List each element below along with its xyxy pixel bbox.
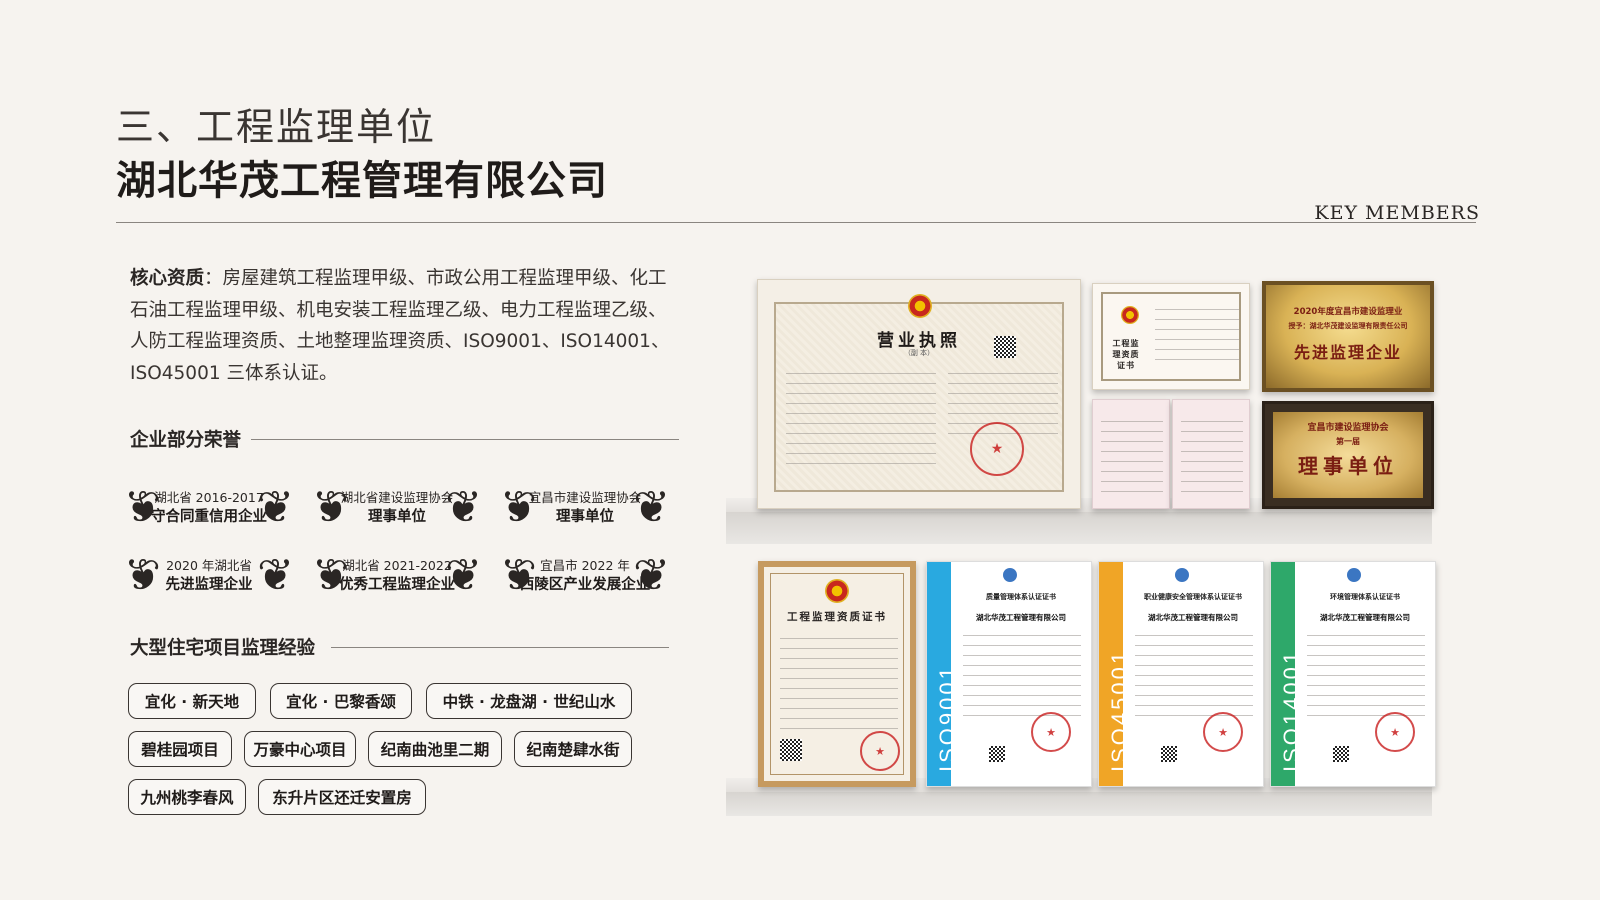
qr-code-icon xyxy=(780,739,802,761)
national-emblem-icon xyxy=(1121,306,1139,324)
qualification-line: ISO45001 三体系认证。 xyxy=(130,362,338,384)
business-license-certificate: 营业执照 （副 本） ★ xyxy=(757,279,1081,509)
honor-badge: ❦ 宜昌市 2022 年西陵区产业发展企业 ❦ xyxy=(500,545,670,607)
iso14001-certificate: ISO14001 环境管理体系认证证书 湖北华茂工程管理有限公司 ★ xyxy=(1270,561,1436,787)
certification-logo-icon xyxy=(1175,568,1189,582)
certificate-text xyxy=(1135,626,1253,716)
laurel-left-icon: ❦ xyxy=(500,482,537,533)
national-emblem-icon xyxy=(908,294,932,318)
red-seal-icon: ★ xyxy=(1203,712,1243,752)
iso-band-label: ISO14001 xyxy=(1279,648,1304,772)
certification-logo-icon xyxy=(1347,568,1361,582)
key-members-label: KEY MEMBERS xyxy=(1314,202,1480,224)
laurel-right-icon: ❦ xyxy=(445,482,482,533)
qr-code-icon xyxy=(1333,746,1349,762)
certificate-text xyxy=(1181,412,1243,500)
laurel-right-icon: ❦ xyxy=(257,482,294,533)
honors-heading: 企业部分荣誉 xyxy=(130,426,680,452)
laurel-right-icon: ❦ xyxy=(445,550,482,601)
advanced-supervision-plaque: 2020年度宜昌市建设监理业 授予：湖北华茂建设监理有限责任公司 先进监理企业 xyxy=(1262,281,1434,392)
red-seal-icon: ★ xyxy=(1375,712,1415,752)
honors-divider xyxy=(251,438,680,440)
honor-badge: ❦ 湖北省 2016-2017 守合同重信用企业 ❦ xyxy=(124,477,294,539)
qualification-line: 房屋建筑工程监理甲级、市政公用工程监理甲级、化工 xyxy=(222,268,667,289)
supervision-qualification-certificate: 工程监理资质证书 ★ xyxy=(758,561,916,787)
core-qualification-text: 核心资质：房屋建筑工程监理甲级、市政公用工程监理甲级、化工 石油工程监理甲级、机… xyxy=(130,268,670,384)
honor-badge: ❦ 湖北省 2021-2022 优秀工程监理企业 ❦ xyxy=(312,545,482,607)
iso-band-label: ISO9001 xyxy=(935,664,960,772)
shelf xyxy=(726,792,1432,816)
shelf xyxy=(726,512,1432,544)
certificate-text xyxy=(1307,626,1425,716)
council-member-plaque: 宜昌市建设监理协会 第一届 理事单位 xyxy=(1262,401,1434,509)
core-qualification-label: 核心资质 xyxy=(130,268,205,289)
laurel-right-icon: ❦ xyxy=(633,482,670,533)
qualification-line: 石油工程监理甲级、机电安装工程监理乙级、电力工程监理乙级、 xyxy=(130,299,667,321)
certificate-attachment-page xyxy=(1092,399,1170,509)
projects-heading: 大型住宅项目监理经验 xyxy=(130,634,670,660)
laurel-left-icon: ❦ xyxy=(500,550,537,601)
honor-badge: ❦ 宜昌市建设监理协会 理事单位 ❦ xyxy=(500,477,670,539)
project-tag: 东升片区还迁安置房 xyxy=(258,779,426,815)
laurel-right-icon: ❦ xyxy=(633,550,670,601)
certificate-attachment-page xyxy=(1172,399,1250,509)
laurel-left-icon: ❦ xyxy=(124,482,161,533)
project-tag: 宜化 · 新天地 xyxy=(128,683,256,719)
iso9001-certificate: ISO9001 质量管理体系认证证书 湖北华茂工程管理有限公司 ★ xyxy=(926,561,1092,787)
project-tag: 宜化 · 巴黎香颂 xyxy=(270,683,412,719)
project-tag: 纪南楚肆水街 xyxy=(514,731,632,767)
certificate-text xyxy=(963,626,1081,716)
honor-badge: ❦ 湖北省建设监理协会 理事单位 ❦ xyxy=(312,477,482,539)
project-tag: 中铁 · 龙盘湖 · 世纪山水 xyxy=(426,683,632,719)
honor-badge: ❦ 2020 年湖北省 先进监理企业 ❦ xyxy=(124,545,294,607)
certification-logo-icon xyxy=(1003,568,1017,582)
certificate-text xyxy=(1101,412,1163,500)
qr-code-icon xyxy=(989,746,1005,762)
iso45001-certificate: ISO45001 职业健康安全管理体系认证证书 湖北华茂工程管理有限公司 ★ xyxy=(1098,561,1264,787)
laurel-right-icon: ❦ xyxy=(257,550,294,601)
iso-band-label: ISO45001 xyxy=(1107,648,1132,772)
qr-code-icon xyxy=(994,336,1016,358)
red-seal-icon: ★ xyxy=(860,731,900,771)
red-seal-icon: ★ xyxy=(1031,712,1071,752)
laurel-left-icon: ❦ xyxy=(124,550,161,601)
project-tag: 九州桃李春风 xyxy=(128,779,246,815)
section-subtitle: 三、工程监理单位 xyxy=(116,105,437,149)
qr-code-icon xyxy=(1161,746,1177,762)
projects-divider xyxy=(331,646,670,648)
laurel-left-icon: ❦ xyxy=(312,482,349,533)
qualification-line: 人防工程监理资质、土地整理监理资质、ISO9001、ISO14001、 xyxy=(130,331,670,352)
laurel-left-icon: ❦ xyxy=(312,550,349,601)
certificate-text xyxy=(1155,300,1239,366)
project-tag: 纪南曲池里二期 xyxy=(368,731,502,767)
qualification-certificate: 工程监理资质证书 xyxy=(1092,283,1250,390)
red-seal-icon: ★ xyxy=(970,422,1024,476)
company-name: 湖北华茂工程管理有限公司 xyxy=(116,158,608,204)
project-tag: 碧桂园项目 xyxy=(128,731,232,767)
certificate-text xyxy=(786,364,936,464)
header-divider xyxy=(116,222,1476,223)
national-emblem-icon xyxy=(825,579,849,603)
project-tag: 万豪中心项目 xyxy=(244,731,356,767)
certificate-text xyxy=(780,629,898,729)
